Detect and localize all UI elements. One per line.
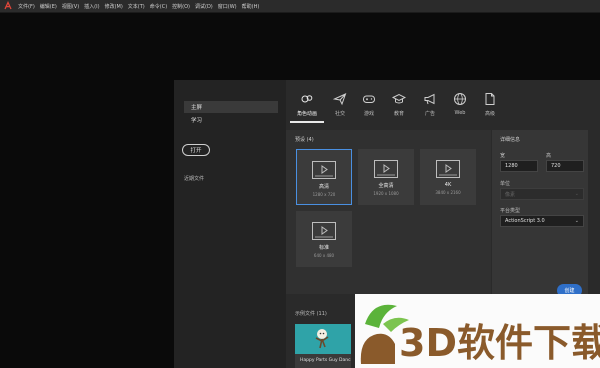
megaphone-icon xyxy=(424,93,435,105)
watermark-text: 3D软件下载 xyxy=(399,321,600,365)
chevron-down-icon: ⌄ xyxy=(574,218,579,224)
tab-advanced[interactable]: 高级 xyxy=(473,92,507,122)
platform-label: 平台类型 xyxy=(500,208,521,214)
menu-help[interactable]: 帮助(H) xyxy=(242,3,260,10)
tab-label: 游戏 xyxy=(363,111,374,117)
width-label: 宽 xyxy=(500,153,506,159)
preset-name: 标准 xyxy=(318,245,329,251)
tab-label: 教育 xyxy=(393,111,404,117)
recent-files-heading: 近期文件 xyxy=(184,176,205,182)
menu-file[interactable]: 文件(F) xyxy=(18,3,35,10)
video-icon xyxy=(312,222,336,240)
units-value: 像素 xyxy=(505,191,516,198)
menu-control[interactable]: 控制(O) xyxy=(172,3,190,10)
graduation-cap-icon xyxy=(392,93,406,104)
tab-character-animation[interactable]: 角色动画 xyxy=(290,92,324,123)
height-label: 高 xyxy=(546,153,552,159)
watermark-logo: 3D软件下载 xyxy=(355,294,600,368)
video-icon xyxy=(312,161,336,179)
video-icon xyxy=(374,160,398,178)
video-icon xyxy=(436,160,460,178)
tab-label: 角色动画 xyxy=(296,111,317,117)
details-panel: 详细信息 宽 高 1280 720 单位 像素 ⌄ 平台类型 ActionScr… xyxy=(492,130,588,294)
active-tab-indicator xyxy=(290,121,324,123)
left-navigation: 主屏 学习 打开 近期文件 xyxy=(174,80,286,368)
menu-debug[interactable]: 调试(D) xyxy=(195,3,213,10)
nav-home[interactable]: 主屏 xyxy=(184,101,278,113)
preset-resolution: 1280 x 720 xyxy=(312,192,336,197)
nav-learn[interactable]: 学习 xyxy=(184,114,278,126)
globe-icon xyxy=(454,93,466,105)
menu-bar: 文件(F) 编辑(E) 视图(V) 插入(I) 修改(M) 文本(T) 命令(C… xyxy=(0,0,600,13)
preset-resolution: 1920 x 1080 xyxy=(373,191,399,196)
character-animation-icon xyxy=(301,95,313,103)
sample-file-name: Happy Parts Guy Dance xyxy=(300,358,351,363)
tab-games[interactable]: 游戏 xyxy=(352,92,386,122)
menu-view[interactable]: 视图(V) xyxy=(62,3,79,10)
tab-advertising[interactable]: 广告 xyxy=(413,92,447,122)
menu-text[interactable]: 文本(T) xyxy=(128,3,145,10)
preset-resolution: 3840 x 2160 xyxy=(435,190,461,195)
menu-modify[interactable]: 修改(M) xyxy=(105,3,123,10)
preset-resolution: 640 x 480 xyxy=(313,253,335,258)
sample-thumbnail xyxy=(295,324,351,354)
platform-select[interactable]: ActionScript 3.0 ⌄ xyxy=(500,215,584,227)
menu-insert[interactable]: 插入(I) xyxy=(84,3,99,10)
chevron-down-icon: ⌄ xyxy=(574,191,579,197)
menu-commands[interactable]: 命令(C) xyxy=(150,3,167,10)
gamepad-icon xyxy=(363,95,375,103)
presets-heading: 预设 (4) xyxy=(295,137,314,143)
animate-logo-icon[interactable] xyxy=(2,0,14,12)
width-input[interactable]: 1280 xyxy=(500,160,538,172)
social-paper-plane-icon xyxy=(333,93,347,106)
platform-value: ActionScript 3.0 xyxy=(505,218,545,224)
menu-edit[interactable]: 编辑(E) xyxy=(40,3,57,10)
units-select: 像素 ⌄ xyxy=(500,188,584,200)
tab-label: Web xyxy=(454,110,466,116)
tab-web[interactable]: Web xyxy=(443,92,477,122)
preset-name: 4K xyxy=(444,182,452,188)
details-heading: 详细信息 xyxy=(500,137,521,143)
sample-file-card[interactable]: Happy Parts Guy Dance xyxy=(295,324,351,368)
sample-files-heading: 示例文件 (11) xyxy=(295,311,327,317)
tab-label: 广告 xyxy=(424,111,435,117)
presets-panel: 预设 (4) 高清 1280 x 720 全高清 1920 x 1080 4K … xyxy=(286,130,491,294)
preset-standard[interactable]: 标准 640 x 480 xyxy=(296,211,352,267)
preset-full-hd[interactable]: 全高清 1920 x 1080 xyxy=(358,149,414,205)
height-input[interactable]: 720 xyxy=(546,160,584,172)
menu-window[interactable]: 窗口(W) xyxy=(218,3,237,10)
document-icon xyxy=(485,93,495,105)
preset-4k[interactable]: 4K 3840 x 2160 xyxy=(420,149,476,205)
tab-label: 高级 xyxy=(484,111,495,117)
open-button[interactable]: 打开 xyxy=(182,144,210,156)
tab-label: 社交 xyxy=(334,111,345,117)
preset-hd[interactable]: 高清 1280 x 720 xyxy=(296,149,352,205)
preset-name: 全高清 xyxy=(378,183,394,189)
tab-education[interactable]: 教育 xyxy=(382,92,416,122)
units-label: 单位 xyxy=(500,181,511,187)
preset-name: 高清 xyxy=(318,184,329,190)
